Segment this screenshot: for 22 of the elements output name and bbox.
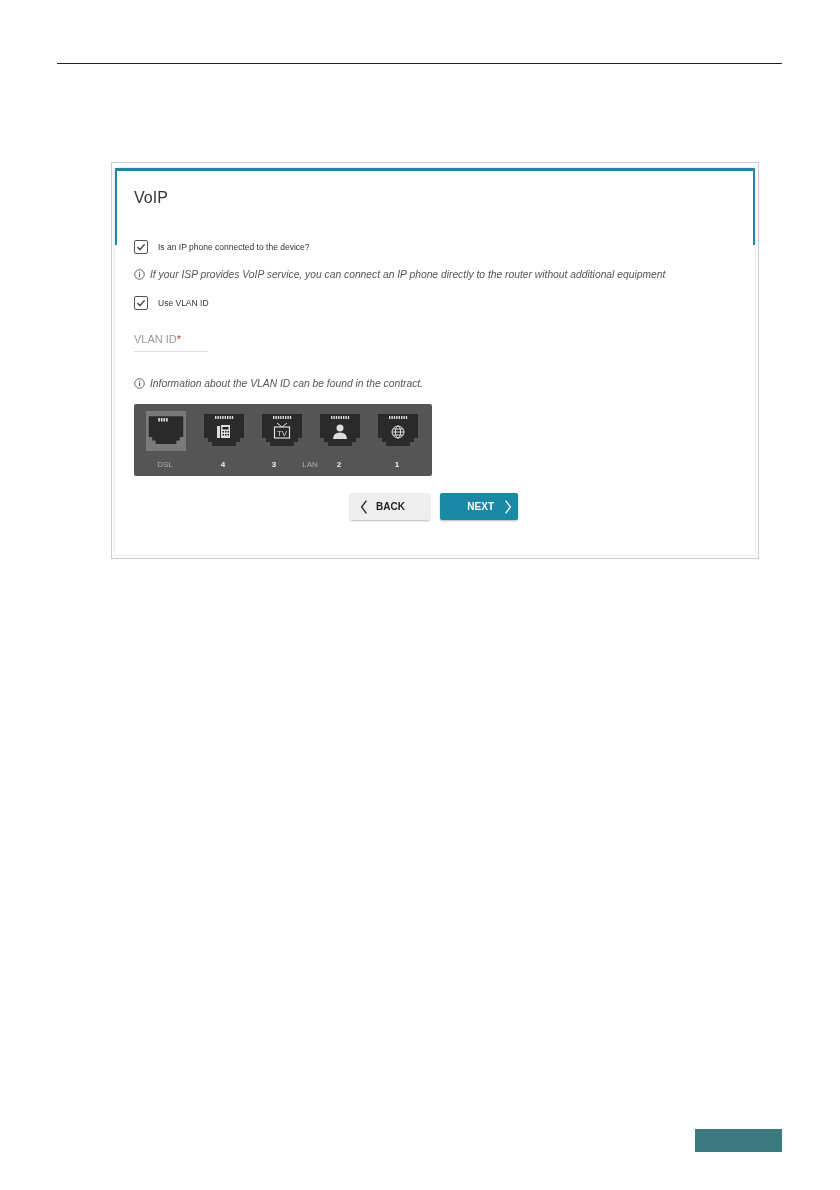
chevron-right-icon	[504, 498, 512, 515]
port-label: 1	[393, 460, 401, 469]
next-button[interactable]: NEXT	[440, 493, 518, 520]
vlan-id-field[interactable]: VLAN ID*	[134, 311, 208, 352]
group-label: LAN	[301, 460, 319, 469]
check-icon	[135, 241, 147, 253]
back-button[interactable]: BACK	[350, 493, 430, 520]
info-text: If your ISP provides VoIP service, you can connect an IP phone directly to the router without additional equipment	[150, 268, 666, 280]
chevron-left-icon	[360, 498, 368, 515]
port-label: 3	[270, 460, 278, 469]
port-label: 2	[335, 460, 343, 469]
checkbox[interactable]	[134, 296, 148, 310]
checkbox[interactable]	[134, 240, 148, 254]
page-title: VoIP	[134, 188, 168, 208]
checkbox-label: Is an IP phone connected to the device?	[158, 242, 310, 252]
port-label: DSL	[156, 460, 174, 469]
info-text: Information about the VLAN ID can be found in the contract.	[150, 377, 424, 389]
info-icon	[134, 377, 145, 389]
check-icon	[135, 297, 147, 309]
info-icon	[134, 268, 145, 280]
port-label: 4	[219, 460, 227, 469]
checkbox-label: Use VLAN ID	[158, 298, 209, 308]
